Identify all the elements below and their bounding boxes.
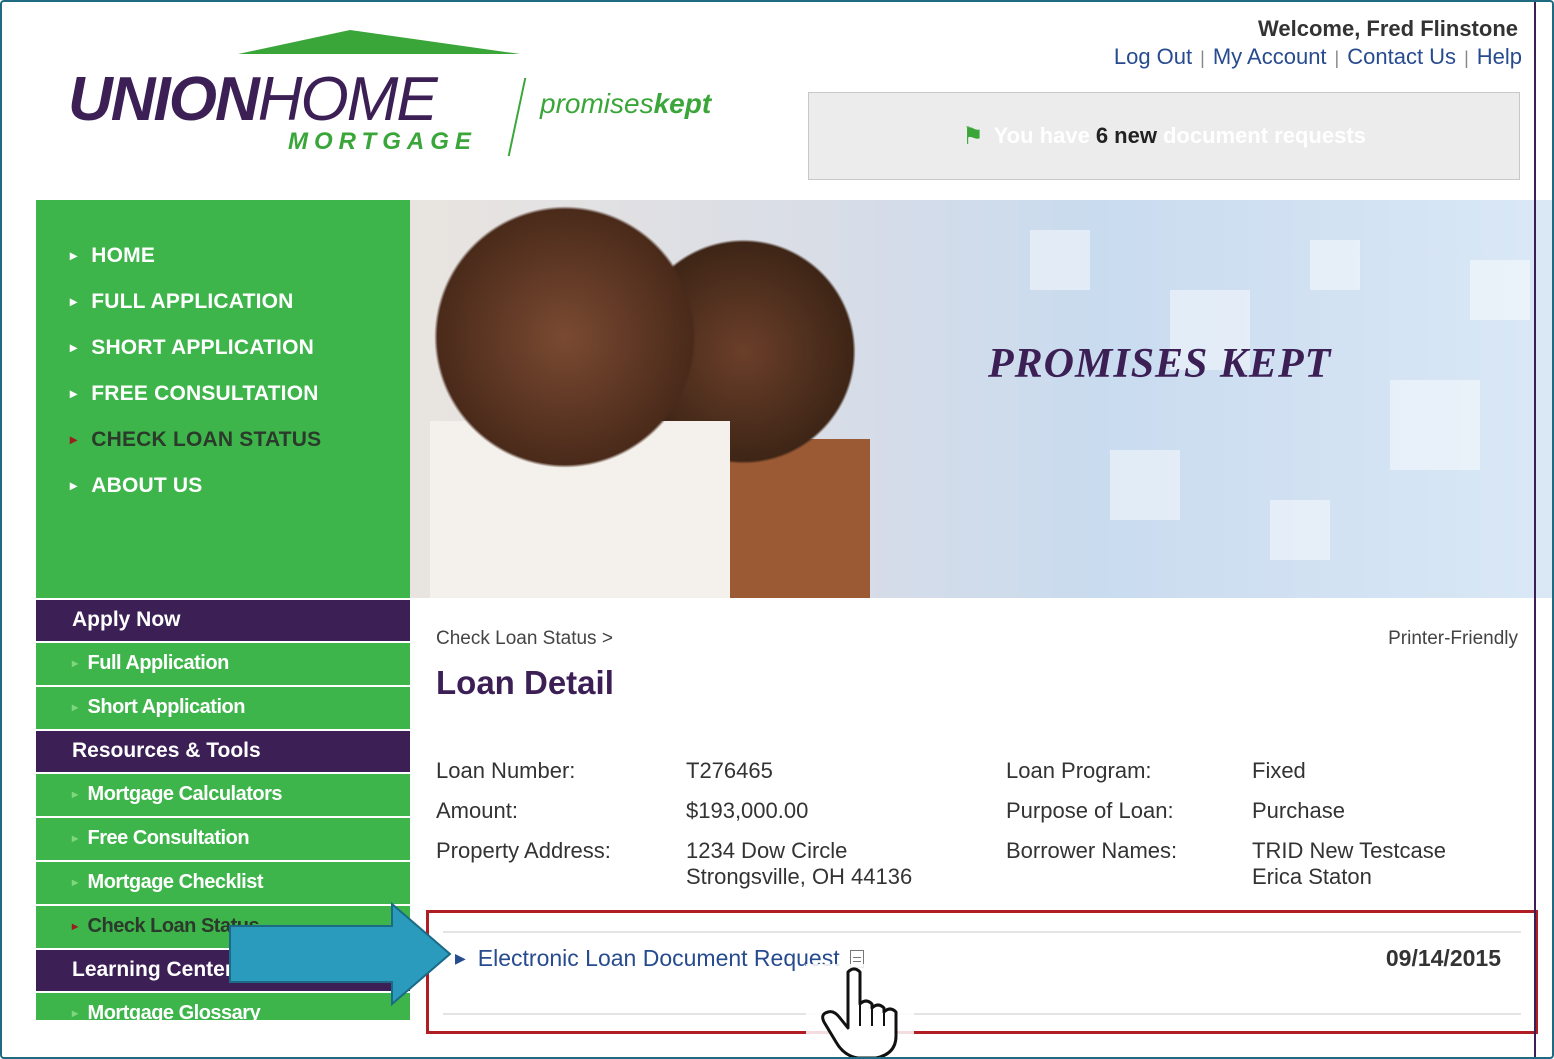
- nav-item-home[interactable]: ▸ HOME: [70, 240, 410, 286]
- borrower-name: TRID New Testcase: [1252, 838, 1446, 863]
- sidebar-item-mortgage-checklist[interactable]: ▸ Mortgage Checklist: [36, 862, 410, 906]
- loan-detail-table: Loan Number: T276465 Loan Program: Fixed…: [436, 758, 1526, 898]
- hero-banner: PROMISES KEPT: [410, 200, 1552, 598]
- detail-row: Loan Number: T276465 Loan Program: Fixed: [436, 758, 1526, 798]
- logo-subtitle: MORTGAGE: [288, 128, 477, 155]
- chevron-right-icon: ▸: [70, 339, 78, 355]
- top-links: Log Out | My Account | Contact Us | Help: [1114, 44, 1522, 70]
- logo-divider: [507, 78, 527, 156]
- page-right-border: [1534, 2, 1536, 1057]
- logo-wordmark: UNIONHOME: [68, 65, 438, 134]
- page-title: Loan Detail: [436, 664, 614, 701]
- pointer-hand-icon: [806, 964, 914, 1057]
- callout-arrow-icon: [229, 902, 452, 1006]
- breadcrumb[interactable]: Check Loan Status >: [436, 628, 613, 650]
- chevron-right-icon: ▸: [72, 831, 78, 845]
- link-separator: |: [1200, 48, 1205, 68]
- nav-item-full-application[interactable]: ▸ FULL APPLICATION: [70, 286, 410, 332]
- chevron-right-icon: ▸: [70, 385, 78, 401]
- app-frame: UNIONHOME MORTGAGE promiseskept Welcome,…: [0, 0, 1554, 1059]
- chevron-right-icon: ▸: [70, 247, 78, 263]
- help-link[interactable]: Help: [1477, 44, 1522, 69]
- document-request-date: 09/14/2015: [1385, 945, 1501, 971]
- chevron-right-icon: ▸: [72, 919, 78, 933]
- loan-program-value: Fixed: [1252, 758, 1306, 783]
- main-nav: ▸ HOME ▸ FULL APPLICATION ▸ SHORT APPLICATI…: [36, 200, 410, 598]
- document-request-notice[interactable]: ⚑ You have 6 new document requests: [808, 92, 1520, 180]
- hero-tile: [1030, 230, 1090, 290]
- sidebar-section-resources-tools: Resources & Tools: [36, 731, 410, 774]
- address-line-1: 1234 Dow Circle: [686, 838, 848, 863]
- notice-suffix: document requests: [1162, 123, 1366, 148]
- nav-item-check-loan-status[interactable]: ▸ CHECK LOAN STATUS: [70, 424, 410, 470]
- nav-item-about-us[interactable]: ▸ ABOUT US: [70, 470, 410, 516]
- sidebar-item-full-application[interactable]: ▸ Full Application: [36, 643, 410, 687]
- divider: [443, 1013, 1521, 1015]
- logo-roof-icon: [238, 30, 520, 54]
- hero-tile: [1270, 500, 1330, 560]
- sidebar-item-short-application[interactable]: ▸ Short Application: [36, 687, 410, 731]
- loan-number-value: T276465: [686, 758, 773, 783]
- electronic-loan-document-request-link[interactable]: ▶ Electronic Loan Document Request: [455, 945, 864, 972]
- sidebar-item-free-consultation[interactable]: ▸ Free Consultation: [36, 818, 410, 862]
- triangle-right-icon: ▶: [455, 950, 466, 966]
- amount-label: Amount:: [436, 798, 518, 823]
- purpose-label: Purpose of Loan:: [1006, 798, 1174, 823]
- purpose-value: Purchase: [1252, 798, 1345, 823]
- address-line-2: Strongsville, OH 44136: [686, 864, 913, 889]
- detail-row: Property Address: 1234 Dow Circle Strong…: [436, 838, 1526, 898]
- chevron-right-icon: ▸: [72, 700, 78, 714]
- welcome-text: Welcome, Fred Flinstone: [1258, 16, 1518, 41]
- sidebar-section-apply-now: Apply Now: [36, 600, 410, 643]
- borrower-names-value: TRID New Testcase Erica Staton: [1252, 838, 1446, 890]
- printer-friendly-link[interactable]: Printer-Friendly: [1388, 628, 1518, 650]
- chevron-right-icon: ▸: [70, 293, 78, 309]
- notice-count: 6 new: [1095, 123, 1157, 148]
- loan-program-label: Loan Program:: [1006, 758, 1152, 783]
- borrower-name: Erica Staton: [1252, 864, 1372, 889]
- chevron-right-icon: ▸: [72, 787, 78, 801]
- property-address-value: 1234 Dow Circle Strongsville, OH 44136: [686, 838, 912, 890]
- amount-value: $193,000.00: [686, 798, 809, 823]
- hero-tile: [1390, 380, 1480, 470]
- divider: [443, 931, 1521, 933]
- chevron-right-icon: ▸: [72, 656, 78, 670]
- property-address-label: Property Address:: [436, 838, 611, 863]
- sidebar-item-mortgage-calculators[interactable]: ▸ Mortgage Calculators: [36, 774, 410, 818]
- nav-item-free-consultation[interactable]: ▸ FREE CONSULTATION: [70, 378, 410, 424]
- hero-tile: [1110, 450, 1180, 520]
- chevron-right-icon: ▸: [70, 477, 78, 493]
- notice-prefix: You have: [993, 123, 1090, 148]
- logout-link[interactable]: Log Out: [1114, 44, 1192, 69]
- chevron-right-icon: ▸: [72, 1006, 78, 1020]
- link-separator: |: [1464, 48, 1469, 68]
- hero-photo-woman: [430, 200, 730, 598]
- logo-tagline: promiseskept: [540, 88, 712, 119]
- chevron-right-icon: ▸: [70, 431, 78, 447]
- document-request-highlight: ▶ Electronic Loan Document Request 09/14/…: [426, 910, 1538, 1034]
- hero-slogan: PROMISES KEPT: [988, 341, 1332, 387]
- hero-tile: [1470, 260, 1530, 320]
- nav-item-short-application[interactable]: ▸ SHORT APPLICATION: [70, 332, 410, 378]
- loan-number-label: Loan Number:: [436, 758, 576, 783]
- link-separator: |: [1334, 48, 1340, 68]
- chevron-right-icon: ▸: [72, 875, 78, 889]
- contact-us-link[interactable]: Contact Us: [1347, 44, 1456, 69]
- detail-row: Amount: $193,000.00 Purpose of Loan: Pur…: [436, 798, 1526, 838]
- borrower-names-label: Borrower Names:: [1006, 838, 1178, 863]
- flag-icon: ⚑: [962, 122, 984, 150]
- union-home-logo[interactable]: UNIONHOME MORTGAGE promiseskept: [68, 30, 768, 170]
- hero-tile: [1310, 240, 1360, 290]
- my-account-link[interactable]: My Account: [1213, 44, 1327, 69]
